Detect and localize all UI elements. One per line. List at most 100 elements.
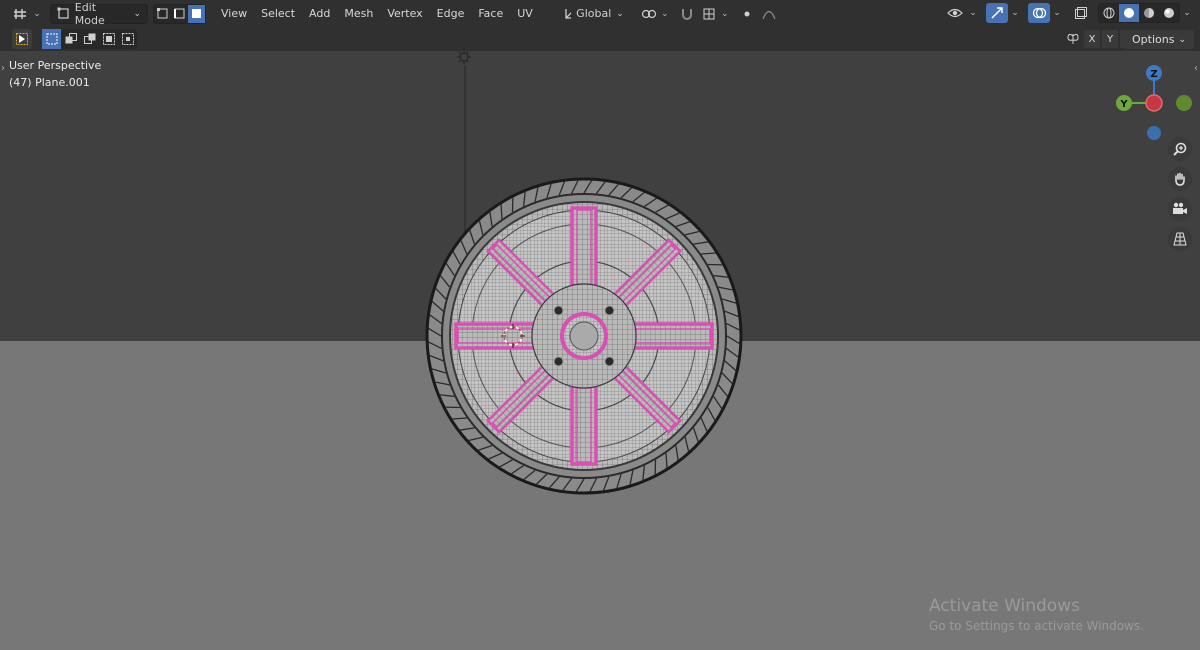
xray-toggle-button[interactable]	[1070, 3, 1092, 23]
menu-select[interactable]: Select	[254, 4, 302, 24]
rendered-sphere-icon	[1164, 8, 1174, 18]
pivot-link-icon	[641, 9, 656, 18]
proportional-edit-button[interactable]	[736, 4, 758, 24]
vertex-select-icon	[157, 8, 168, 19]
lug-nut	[553, 356, 564, 367]
overlays-chevron-icon[interactable]: ⌄	[1052, 3, 1062, 23]
menu-add[interactable]: Add	[302, 4, 337, 24]
gizmo-x[interactable]	[1145, 94, 1163, 112]
camera-view-button[interactable]	[1168, 197, 1192, 221]
chevron-down-icon: ⌄	[1178, 34, 1186, 45]
edge-select-button[interactable]	[171, 5, 188, 23]
wireframe-sphere-icon	[1103, 7, 1115, 19]
gizmo-z-label: Z	[1150, 69, 1157, 80]
gizmo-neg-y[interactable]	[1176, 95, 1192, 111]
hand-icon	[1175, 172, 1185, 186]
spoke	[632, 322, 714, 350]
mirror-y-button[interactable]: Y	[1102, 30, 1118, 48]
orientation-label: Global	[576, 7, 612, 20]
overlays-toggle-button[interactable]	[1028, 3, 1050, 23]
edge-select-icon	[174, 8, 185, 19]
orientation-axes-icon	[565, 8, 572, 19]
mode-dropdown[interactable]: Edit Mode ⌄	[50, 0, 148, 27]
toolbar-expand-arrow-icon[interactable]: ›	[1, 63, 5, 74]
face-select-icon	[192, 9, 201, 18]
lug-nut	[604, 305, 615, 316]
transform-orientation-dropdown[interactable]: Global ⌄	[558, 4, 630, 24]
falloff-button[interactable]	[758, 4, 780, 24]
shading-chevron-icon[interactable]: ⌄	[1182, 3, 1192, 23]
select-invert-button[interactable]	[99, 29, 118, 49]
header-right-controls: ⌄ ⌄ ⌄ ⌄	[944, 3, 1192, 23]
wireframe-shading-button[interactable]	[1099, 4, 1119, 22]
overlays-icon	[1032, 7, 1046, 19]
gizmo-toggle-button[interactable]	[986, 3, 1008, 23]
menu-vertex[interactable]: Vertex	[380, 4, 429, 24]
gizmo-chevron-icon[interactable]: ⌄	[1010, 3, 1020, 23]
select-new-icon	[46, 33, 57, 45]
header-menus: View Select Add Mesh Vertex Edge Face UV	[214, 4, 540, 24]
camera-icon	[1173, 202, 1187, 214]
edit-mode-icon	[57, 7, 69, 19]
visibility-chevron-icon[interactable]: ⌄	[968, 3, 978, 23]
menu-edge[interactable]: Edge	[430, 4, 472, 24]
mirror-x-button[interactable]: X	[1084, 30, 1100, 48]
lug-nut	[553, 305, 564, 316]
pivot-point-button[interactable]	[638, 4, 660, 24]
select-extend-button[interactable]	[61, 29, 80, 49]
tool-settings-row: X Y Z Options ⌄	[0, 27, 1200, 51]
sidebar-expand-arrow-icon[interactable]: ‹	[1194, 63, 1198, 74]
magnet-icon	[681, 8, 692, 20]
select-subtract-icon	[83, 33, 95, 44]
menu-mesh[interactable]: Mesh	[337, 4, 380, 24]
navigation-tools	[1168, 137, 1192, 251]
xray-icon	[1075, 7, 1087, 19]
pan-button[interactable]	[1168, 167, 1192, 191]
shading-mode-toggle	[1098, 3, 1180, 23]
editor-type-icon	[14, 8, 26, 19]
eye-icon	[947, 8, 963, 18]
solid-sphere-icon	[1124, 8, 1134, 18]
navigation-gizmo[interactable]: Z Y	[1102, 56, 1192, 146]
gizmo-neg-z[interactable]	[1147, 126, 1161, 140]
material-shading-button[interactable]	[1139, 4, 1159, 22]
gizmo-y-label: Y	[1119, 99, 1128, 110]
select-tool-button[interactable]	[12, 29, 32, 49]
snap-toggle-button[interactable]	[676, 4, 698, 24]
vertex-select-button[interactable]	[154, 5, 171, 23]
3d-viewport[interactable]: › ‹ User Perspective (47) Plane.001 Z Y …	[0, 51, 1200, 650]
face-select-button[interactable]	[188, 4, 205, 23]
select-intersect-icon	[121, 33, 134, 45]
activation-watermark-title: Activate Windows	[929, 596, 1080, 616]
perspective-toggle-button[interactable]	[1168, 227, 1192, 251]
select-intersect-button[interactable]	[118, 29, 137, 49]
active-object-label: (47) Plane.001	[9, 76, 90, 89]
activation-watermark-subtitle: Go to Settings to activate Windows.	[929, 619, 1144, 633]
pivot-chevron-icon[interactable]: ⌄	[660, 4, 670, 24]
mirror-butterfly-button[interactable]	[1064, 30, 1082, 48]
mode-label: Edit Mode	[74, 0, 105, 27]
select-subtract-button[interactable]	[80, 29, 99, 49]
select-invert-icon	[102, 33, 115, 45]
selection-mode-group	[42, 29, 137, 49]
select-new-button[interactable]	[42, 29, 61, 49]
rendered-shading-button[interactable]	[1159, 4, 1179, 22]
wheel-mesh[interactable]	[422, 174, 746, 498]
visibility-button[interactable]	[944, 3, 966, 23]
editor-type-chevron-icon[interactable]: ⌄	[32, 4, 42, 24]
menu-view[interactable]: View	[214, 4, 254, 24]
select-extend-icon	[65, 33, 77, 44]
solid-shading-button[interactable]	[1119, 4, 1139, 22]
zoom-button[interactable]	[1168, 137, 1192, 161]
snap-target-button[interactable]	[698, 4, 720, 24]
menu-face[interactable]: Face	[471, 4, 510, 24]
snap-chevron-icon[interactable]: ⌄	[720, 4, 730, 24]
snap-grid-icon	[703, 8, 715, 19]
options-dropdown[interactable]: Options ⌄	[1124, 30, 1194, 49]
gizmo-arrow-icon	[991, 7, 1003, 19]
menu-uv[interactable]: UV	[510, 4, 540, 24]
butterfly-icon	[1067, 33, 1079, 44]
editor-type-button[interactable]	[10, 4, 32, 24]
select-mode-toggle	[153, 3, 206, 24]
perspective-grid-icon	[1173, 232, 1187, 246]
